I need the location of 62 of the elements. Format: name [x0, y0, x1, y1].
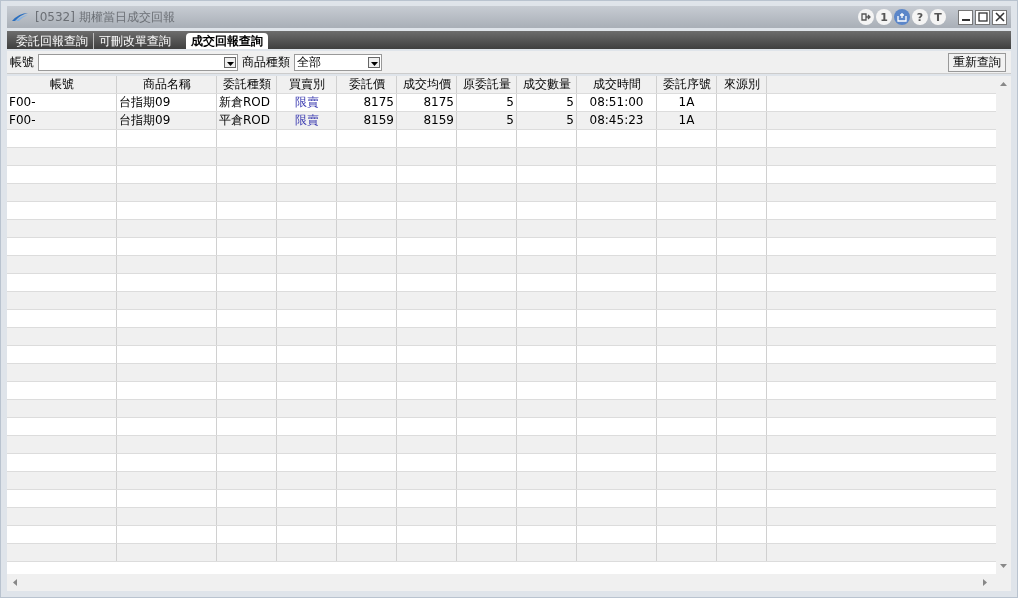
- minimize-button[interactable]: [958, 9, 973, 25]
- account-cell: F00-: [7, 94, 117, 111]
- logo-icon: [11, 12, 29, 22]
- order-qty-cell: 5: [457, 112, 517, 129]
- serial-cell: 1A: [657, 94, 717, 111]
- maximize-icon: [977, 12, 988, 22]
- new-window-button[interactable]: [894, 9, 910, 25]
- order-type-cell: 新倉ROD: [217, 94, 277, 111]
- tab[interactable]: 委託回報查詢: [11, 33, 94, 49]
- time-cell: 08:45:23: [577, 112, 657, 129]
- time-cell: 08:51:00: [577, 94, 657, 111]
- maximize-button[interactable]: [975, 9, 990, 25]
- column-header[interactable]: 委託種類: [217, 76, 277, 93]
- tab[interactable]: 可刪改單查詢: [94, 33, 176, 49]
- dropdown-arrow-icon: [370, 61, 378, 66]
- column-header[interactable]: 買賣別: [277, 76, 337, 93]
- upload-icon: [897, 12, 907, 22]
- filled-qty-cell: 5: [517, 94, 577, 111]
- product-type-dropdown[interactable]: 全部: [294, 53, 382, 71]
- scroll-up-icon[interactable]: [1000, 82, 1007, 86]
- account-label: 帳號: [10, 53, 34, 71]
- side-cell: 限賣: [277, 112, 337, 129]
- avg-price-cell: 8175: [397, 94, 457, 111]
- vertical-scrollbar[interactable]: [996, 76, 1011, 574]
- side-cell: 限賣: [277, 94, 337, 111]
- close-button[interactable]: [992, 9, 1007, 25]
- dropdown-arrow-icon: [226, 61, 234, 66]
- close-icon: [994, 12, 1005, 22]
- avg-price-cell: 8159: [397, 112, 457, 129]
- column-header[interactable]: 商品名稱: [117, 76, 217, 93]
- refresh-button[interactable]: 重新查詢: [948, 52, 1006, 72]
- title-glyph-button[interactable]: ?: [912, 9, 928, 25]
- product-type-label: 商品種類: [242, 53, 290, 71]
- column-header[interactable]: 帳號: [7, 76, 117, 93]
- column-header[interactable]: 原委託量: [457, 76, 517, 93]
- price-cell: 8175: [337, 94, 397, 111]
- scroll-down-icon[interactable]: [1000, 564, 1007, 568]
- window-title: [0532] 期權當日成交回報: [35, 8, 175, 26]
- minimize-icon: [961, 19, 970, 21]
- horizontal-scrollbar[interactable]: [7, 574, 1011, 591]
- account-dropdown[interactable]: [38, 53, 238, 71]
- column-header[interactable]: 委託序號: [657, 76, 717, 93]
- exit-icon: [861, 12, 871, 22]
- scroll-left-icon[interactable]: [13, 579, 17, 586]
- serial-cell: 1A: [657, 112, 717, 129]
- column-header[interactable]: 成交時間: [577, 76, 657, 93]
- order-qty-cell: 5: [457, 94, 517, 111]
- order-type-cell: 平倉ROD: [217, 112, 277, 129]
- account-cell: F00-: [7, 112, 117, 129]
- column-header[interactable]: 來源別: [717, 76, 767, 93]
- column-header[interactable]: 成交數量: [517, 76, 577, 93]
- column-header[interactable]: 委託價: [337, 76, 397, 93]
- product-cell: 台指期09: [117, 112, 217, 129]
- filled-qty-cell: 5: [517, 112, 577, 129]
- product-cell: 台指期09: [117, 94, 217, 111]
- tab[interactable]: 成交回報查詢: [186, 33, 268, 49]
- title-glyph-button[interactable]: 1: [876, 9, 892, 25]
- price-cell: 8159: [337, 112, 397, 129]
- scroll-right-icon[interactable]: [983, 579, 987, 586]
- title-glyph-button[interactable]: T: [930, 9, 946, 25]
- column-header[interactable]: 成交均價: [397, 76, 457, 93]
- exit-button[interactable]: [858, 9, 874, 25]
